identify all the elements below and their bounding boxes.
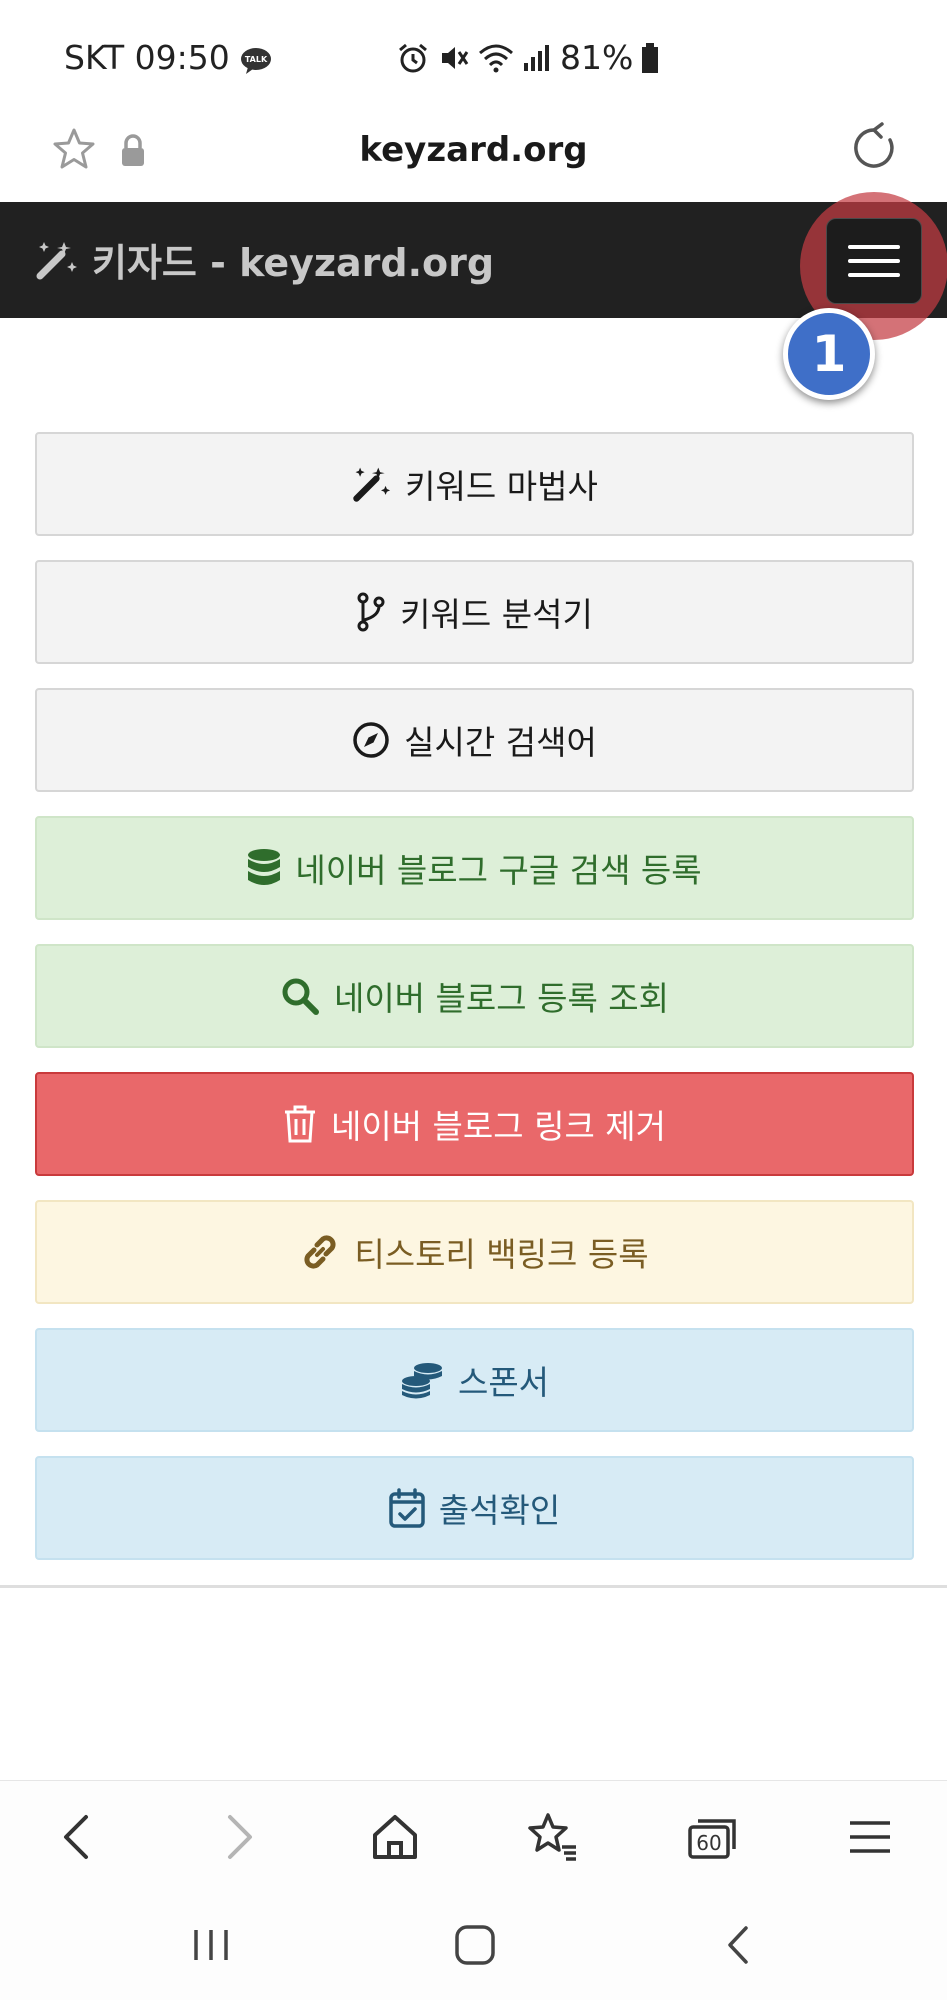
bookmarks-icon[interactable] — [524, 1809, 580, 1865]
naver-blog-check-button[interactable]: 네이버 블로그 등록 조회 — [35, 944, 914, 1048]
button-label: 스폰서 — [457, 1363, 550, 1402]
status-right: 81% — [396, 38, 659, 77]
back-icon[interactable] — [50, 1809, 106, 1865]
carrier-time: SKT 09:50 — [64, 38, 230, 77]
home-icon[interactable] — [367, 1809, 423, 1865]
attendance-check-button[interactable]: 출석확인 — [35, 1456, 914, 1560]
browser-menu-icon[interactable] — [842, 1809, 898, 1865]
hamburger-icon — [848, 245, 900, 277]
reload-icon[interactable] — [848, 122, 900, 174]
alarm-icon — [399, 43, 427, 72]
trash-icon — [284, 1105, 315, 1143]
address-bar: keyzard.org — [0, 112, 947, 202]
sponsor-button[interactable]: 스폰서 — [35, 1328, 914, 1432]
coins-icon — [401, 1363, 442, 1399]
button-label: 네이버 블로그 등록 조회 — [333, 979, 670, 1018]
step-badge: 1 — [783, 308, 875, 400]
hamburger-menu-button[interactable] — [826, 218, 922, 304]
browser-bottom-bar: 60 — [0, 1780, 947, 1890]
keyword-analyzer-button[interactable]: 키워드 분석기 — [35, 560, 914, 664]
wifi-icon — [479, 44, 513, 72]
kakaotalk-icon: TALK — [240, 44, 272, 74]
button-label: 키워드 분석기 — [400, 595, 593, 634]
site-navbar: 키자드 - keyzard.org — [0, 192, 947, 340]
url-text[interactable]: keyzard.org — [0, 130, 947, 170]
button-label: 티스토리 백링크 등록 — [354, 1235, 649, 1274]
compass-icon — [353, 722, 389, 758]
button-label: 네이버 블로그 링크 제거 — [330, 1107, 667, 1146]
calendar-check-icon — [389, 1488, 425, 1528]
home-button-icon[interactable] — [450, 1920, 500, 1970]
magic-wand-icon — [36, 241, 77, 279]
recent-apps-icon[interactable] — [186, 1920, 236, 1970]
naver-blog-link-remove-button[interactable]: 네이버 블로그 링크 제거 — [35, 1072, 914, 1176]
tab-count: 60 — [696, 1831, 721, 1855]
talk-badge-text: TALK — [245, 55, 268, 64]
button-label: 네이버 블로그 구글 검색 등록 — [295, 851, 702, 890]
realtime-search-button[interactable]: 실시간 검색어 — [35, 688, 914, 792]
search-icon — [282, 978, 319, 1015]
battery-icon — [642, 42, 659, 73]
button-label: 출석확인 — [438, 1491, 561, 1530]
battery-level: 81% — [560, 38, 634, 77]
content-divider — [0, 1585, 947, 1588]
mute-icon — [442, 46, 469, 69]
naver-blog-google-register-button[interactable]: 네이버 블로그 구글 검색 등록 — [35, 816, 914, 920]
magic-wand-icon — [353, 467, 391, 502]
system-back-icon[interactable] — [714, 1920, 764, 1970]
android-nav-bar — [0, 1890, 947, 2000]
button-label: 실시간 검색어 — [404, 723, 597, 762]
brand-text: 키자드 - keyzard.org — [92, 241, 495, 285]
forward-icon[interactable] — [210, 1809, 266, 1865]
status-left: SKT 09:50 TALK — [64, 38, 272, 77]
signal-icon — [524, 44, 549, 71]
tistory-backlink-button[interactable]: 티스토리 백링크 등록 — [35, 1200, 914, 1304]
brand-link[interactable]: 키자드 - keyzard.org — [34, 232, 494, 287]
code-branch-icon — [357, 592, 385, 632]
database-icon — [248, 849, 281, 885]
menu-list: 키워드 마법사 키워드 분석기 실시간 검색어 네이버 블로그 구글 검색 등록 — [35, 432, 914, 1584]
status-bar: SKT 09:50 TALK 81% — [0, 0, 947, 112]
keyword-wizard-button[interactable]: 키워드 마법사 — [35, 432, 914, 536]
link-icon — [304, 1235, 336, 1269]
tabs-icon[interactable]: 60 — [684, 1809, 740, 1865]
button-label: 키워드 마법사 — [405, 467, 598, 506]
